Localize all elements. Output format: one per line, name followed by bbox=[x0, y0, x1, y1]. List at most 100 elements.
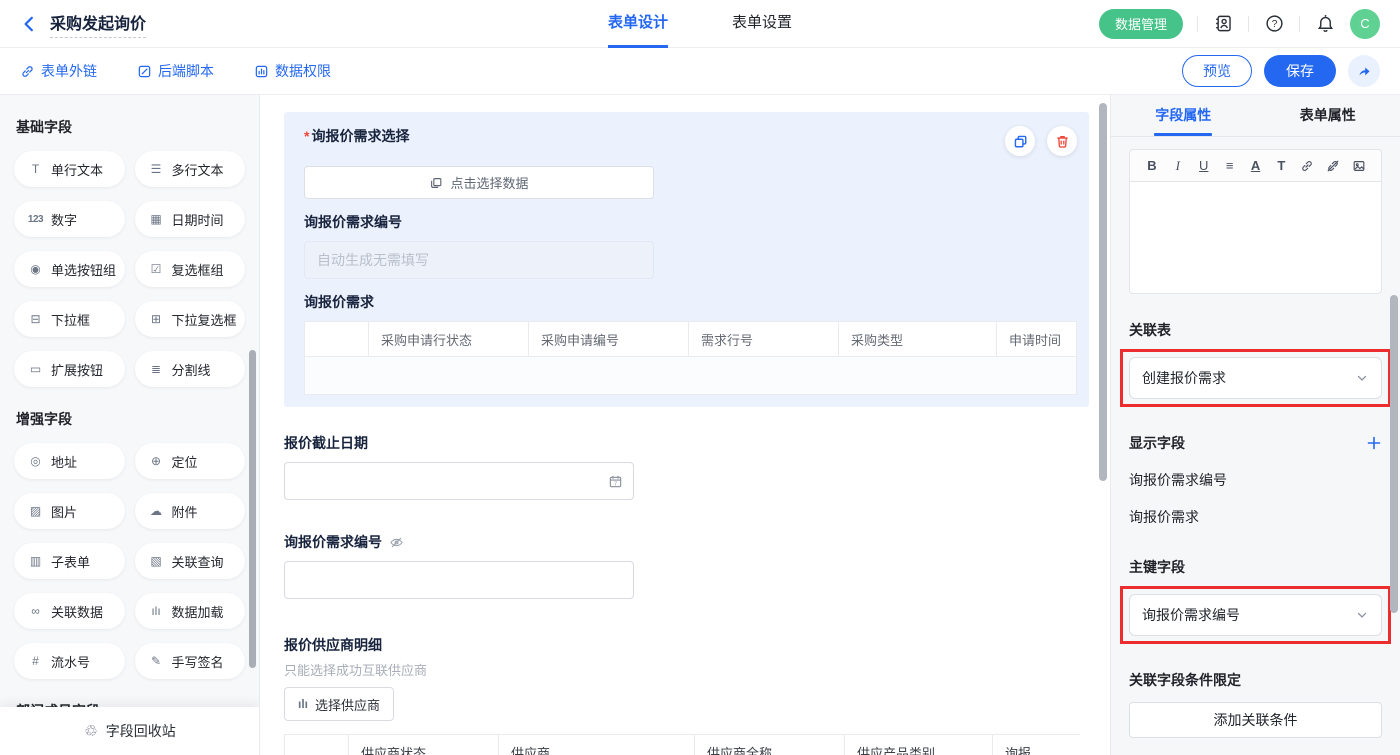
form-external-link-label: 表单外链 bbox=[41, 61, 97, 81]
tab-form-properties[interactable]: 表单属性 bbox=[1256, 95, 1400, 136]
sidebar-item-related-data[interactable]: ∞关联数据 bbox=[14, 593, 125, 629]
sidebar-item-serial-number[interactable]: #流水号 bbox=[14, 643, 125, 679]
sidebar-item-address[interactable]: ◎地址 bbox=[14, 443, 125, 479]
panel-scrollbar[interactable] bbox=[1390, 295, 1398, 613]
deadline-field[interactable]: 报价截止日期 7 bbox=[284, 433, 1110, 500]
insert-image-icon[interactable] bbox=[1346, 150, 1372, 181]
enhanced-fields-grid: ◎地址 ⊕定位 ▨ 图片 ☁附件 ▥子表单 ▧关联查询 ∞关联数据 ılı数据加载… bbox=[14, 443, 245, 679]
tab-form-settings[interactable]: 表单设置 bbox=[732, 0, 792, 48]
select-data-button[interactable]: 点击选择数据 bbox=[304, 166, 654, 199]
inquiry-code-input[interactable]: 自动生成无需填写 bbox=[304, 241, 654, 279]
sidebar-item-number[interactable]: 123数字 bbox=[14, 201, 125, 237]
align-icon[interactable]: ≡ bbox=[1217, 150, 1243, 181]
designer-body: 基础字段 T单行文本 ☰多行文本 123数字 ▦日期时间 ◉单选按钮组 ☑复选框… bbox=[0, 95, 1400, 755]
display-field-item[interactable]: 询报价需求编号 bbox=[1129, 470, 1382, 490]
display-fields-label: 显示字段 bbox=[1129, 433, 1185, 453]
pick-supplier-button[interactable]: ılı 选择供应商 bbox=[284, 687, 394, 721]
condition-label: 关联字段条件限定 bbox=[1129, 670, 1382, 690]
sidebar-item-attachment[interactable]: ☁附件 bbox=[135, 493, 246, 529]
hidden-code-input[interactable] bbox=[284, 561, 634, 599]
field-description-editor[interactable] bbox=[1129, 182, 1382, 294]
sidebar-item-divider[interactable]: ≣分割线 bbox=[135, 351, 246, 387]
item-label: 关联数据 bbox=[51, 602, 103, 621]
column-header: 采购类型 bbox=[839, 322, 997, 357]
item-label: 下拉复选框 bbox=[172, 310, 237, 329]
column-header: 申请时间 bbox=[997, 322, 1077, 357]
annotation-box-related-table: 创建报价需求 bbox=[1120, 349, 1391, 407]
sidebar-item-radio-group[interactable]: ◉单选按钮组 bbox=[14, 251, 125, 287]
sidebar-scrollbar[interactable] bbox=[249, 350, 256, 668]
related-table-value: 创建报价需求 bbox=[1142, 368, 1226, 388]
field-recycle-bin[interactable]: ♲ 字段回收站 bbox=[0, 707, 260, 755]
notification-bell-icon[interactable] bbox=[1314, 13, 1336, 35]
form-designer-app: 采购发起询价 表单设计 表单设置 数据管理 ? bbox=[0, 0, 1400, 755]
data-permission-link[interactable]: 数据权限 bbox=[254, 61, 331, 81]
eye-off-icon bbox=[389, 535, 404, 550]
form-toolbar: 表单外链 后端脚本 数据权限 预览 保存 bbox=[0, 48, 1400, 95]
backend-script-link[interactable]: 后端脚本 bbox=[137, 61, 214, 81]
header-tabs: 表单设计 表单设置 bbox=[608, 0, 792, 48]
font-size-icon[interactable]: T bbox=[1268, 150, 1294, 181]
supplier-subform-field[interactable]: 报价供应商明细 只能选择成功互联供应商 ılı 选择供应商 供应商状态 供应商 bbox=[284, 635, 1110, 755]
select-data-icon bbox=[429, 176, 443, 190]
sidebar-item-related-query[interactable]: ▧关联查询 bbox=[135, 543, 246, 579]
related-table-select[interactable]: 创建报价需求 bbox=[1129, 357, 1382, 399]
sidebar-item-select[interactable]: ⊟下拉框 bbox=[14, 301, 125, 337]
sidebar-item-multi-select[interactable]: ⊞下拉复选框 bbox=[135, 301, 246, 337]
supplier-header-row: 供应商状态 供应商 供应商全称 供应产品类别 询报 bbox=[285, 735, 1081, 755]
sidebar-item-signature[interactable]: ✎手写签名 bbox=[135, 643, 246, 679]
deadline-input[interactable]: 7 bbox=[284, 462, 634, 500]
sidebar-item-data-load[interactable]: ılı数据加载 bbox=[135, 593, 246, 629]
canvas-scrollbar[interactable] bbox=[1099, 103, 1107, 481]
sidebar-item-location[interactable]: ⊕定位 bbox=[135, 443, 246, 479]
primary-key-select[interactable]: 询报价需求编号 bbox=[1129, 594, 1382, 636]
number-icon: 123 bbox=[27, 214, 44, 225]
display-fields-header: 显示字段 bbox=[1129, 433, 1382, 453]
help-icon[interactable]: ? bbox=[1263, 13, 1285, 35]
font-color-icon[interactable]: A bbox=[1243, 150, 1269, 181]
preview-button[interactable]: 预览 bbox=[1182, 55, 1252, 87]
sidebar-item-multi-line-text[interactable]: ☰多行文本 bbox=[135, 151, 246, 187]
data-manage-button[interactable]: 数据管理 bbox=[1099, 9, 1183, 39]
form-external-link[interactable]: 表单外链 bbox=[20, 61, 97, 81]
item-label: 附件 bbox=[172, 502, 198, 521]
italic-icon[interactable]: I bbox=[1165, 150, 1191, 181]
sidebar-item-datetime[interactable]: ▦日期时间 bbox=[135, 201, 246, 237]
add-condition-button[interactable]: 添加关联条件 bbox=[1129, 702, 1382, 738]
header-actions: 数据管理 ? bbox=[1099, 9, 1380, 39]
image-icon: ▨ bbox=[27, 504, 44, 518]
add-display-field-icon[interactable] bbox=[1366, 435, 1382, 451]
user-avatar[interactable]: C bbox=[1350, 9, 1380, 39]
trash-icon bbox=[1055, 134, 1070, 149]
item-label: 图片 bbox=[51, 502, 77, 521]
sidebar-item-subform[interactable]: ▥子表单 bbox=[14, 543, 125, 579]
back-button[interactable] bbox=[20, 15, 38, 33]
recycle-icon: ♲ bbox=[84, 722, 97, 740]
contacts-icon[interactable] bbox=[1212, 13, 1234, 35]
tab-field-properties[interactable]: 字段属性 bbox=[1111, 95, 1256, 136]
selected-field-card[interactable]: *询报价需求选择 bbox=[284, 112, 1089, 407]
svg-text:?: ? bbox=[1271, 19, 1277, 30]
tab-form-design[interactable]: 表单设计 bbox=[608, 0, 668, 48]
share-button[interactable] bbox=[1348, 55, 1380, 87]
hidden-code-field[interactable]: 询报价需求编号 bbox=[284, 532, 1110, 599]
save-button[interactable]: 保存 bbox=[1264, 55, 1336, 87]
link-icon[interactable] bbox=[1294, 150, 1320, 181]
delete-field-button[interactable] bbox=[1047, 126, 1077, 156]
sidebar-item-extend-button[interactable]: ▭扩展按钮 bbox=[14, 351, 125, 387]
unlink-icon[interactable] bbox=[1320, 150, 1346, 181]
item-label: 复选框组 bbox=[172, 260, 224, 279]
hidden-code-label: 询报价需求编号 bbox=[284, 532, 382, 552]
underline-icon[interactable]: U bbox=[1191, 150, 1217, 181]
sidebar-item-image[interactable]: ▨ 图片 bbox=[14, 493, 125, 529]
duplicate-field-button[interactable] bbox=[1005, 126, 1035, 156]
related-query-icon: ▧ bbox=[148, 554, 165, 568]
supplier-label: 报价供应商明细 bbox=[284, 635, 1110, 655]
sidebar-item-checkbox-group[interactable]: ☑复选框组 bbox=[135, 251, 246, 287]
page-title[interactable]: 采购发起询价 bbox=[50, 10, 146, 38]
display-field-item[interactable]: 询报价需求 bbox=[1129, 507, 1382, 527]
sidebar-item-single-line-text[interactable]: T单行文本 bbox=[14, 151, 125, 187]
bold-icon[interactable]: B bbox=[1139, 150, 1165, 181]
chevron-down-icon bbox=[1355, 608, 1369, 622]
bar-chart-icon: ılı bbox=[298, 697, 308, 711]
